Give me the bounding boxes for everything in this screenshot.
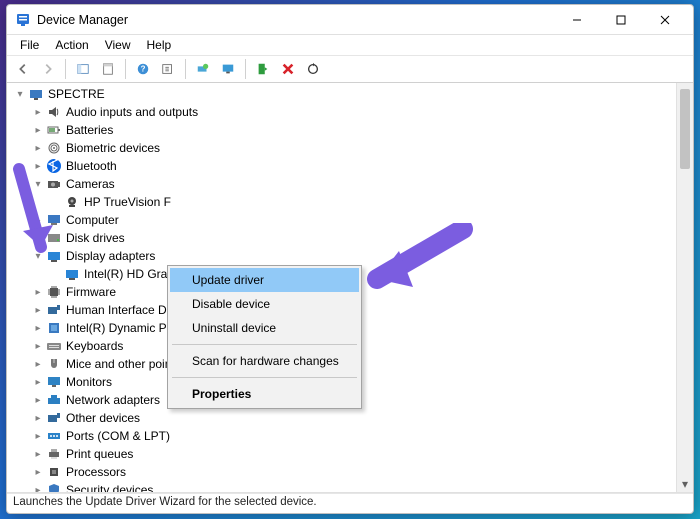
- window-title: Device Manager: [37, 13, 128, 27]
- scan-button[interactable]: [157, 58, 179, 80]
- scroll-down-button[interactable]: ▾: [677, 475, 693, 492]
- tree-label: Biometric devices: [66, 141, 160, 155]
- menubar: File Action View Help: [7, 35, 693, 55]
- tree-label: Keyboards: [66, 339, 123, 353]
- action-monitor-button[interactable]: [217, 58, 239, 80]
- expander-icon[interactable]: ▾: [13, 87, 27, 101]
- expander-icon[interactable]: ▸: [31, 123, 45, 137]
- menu-action[interactable]: Action: [48, 36, 95, 54]
- tree-node-security-devices[interactable]: ▸ Security devices: [11, 481, 693, 492]
- context-menu-uninstall-device[interactable]: Uninstall device: [170, 316, 359, 340]
- tree-label: Print queues: [66, 447, 133, 461]
- tree-label: Batteries: [66, 123, 113, 137]
- device-manager-window: Device Manager File Action View Help ? ▾…: [6, 4, 694, 514]
- app-icon: [15, 12, 31, 28]
- expander-icon[interactable]: ▾: [31, 177, 45, 191]
- context-menu: Update driverDisable deviceUninstall dev…: [167, 265, 362, 409]
- maximize-button[interactable]: [599, 6, 643, 34]
- expander-icon[interactable]: ▸: [31, 429, 45, 443]
- back-button[interactable]: [12, 58, 34, 80]
- expander-icon[interactable]: ▸: [31, 375, 45, 389]
- status-text: Launches the Update Driver Wizard for th…: [13, 496, 317, 508]
- tree-node-batteries[interactable]: ▸ Batteries: [11, 121, 693, 139]
- tree-label: Monitors: [66, 375, 112, 389]
- menu-file[interactable]: File: [13, 36, 46, 54]
- expander-icon: [49, 267, 63, 281]
- minimize-button[interactable]: [555, 6, 599, 34]
- tree-node-print-queues[interactable]: ▸ Print queues: [11, 445, 693, 463]
- toolbar: ?: [7, 55, 693, 83]
- forward-button[interactable]: [37, 58, 59, 80]
- tree-label: Firmware: [66, 285, 116, 299]
- context-menu-separator: [172, 377, 357, 378]
- scan-hw-changes-button[interactable]: [302, 58, 324, 80]
- tree-root[interactable]: ▾ SPECTRE: [11, 85, 693, 103]
- expander-icon[interactable]: ▸: [31, 105, 45, 119]
- enable-device-button[interactable]: [252, 58, 274, 80]
- expander-icon: [49, 195, 63, 209]
- expander-icon[interactable]: ▸: [31, 321, 45, 335]
- statusbar: Launches the Update Driver Wizard for th…: [7, 493, 693, 513]
- expander-icon[interactable]: ▸: [31, 285, 45, 299]
- expander-icon[interactable]: ▸: [31, 447, 45, 461]
- tree-label: Computer: [66, 213, 119, 227]
- titlebar[interactable]: Device Manager: [7, 5, 693, 35]
- menu-help[interactable]: Help: [140, 36, 179, 54]
- tree-node-cameras[interactable]: ▾ Cameras: [11, 175, 693, 193]
- scroll-thumb[interactable]: [680, 89, 690, 169]
- close-button[interactable]: [643, 6, 687, 34]
- tree-label: Human Interface De: [66, 303, 173, 317]
- expander-icon[interactable]: ▾: [31, 249, 45, 263]
- update-driver-button[interactable]: [192, 58, 214, 80]
- tree-node-processors[interactable]: ▸ Processors: [11, 463, 693, 481]
- tree-label: Disk drives: [66, 231, 125, 245]
- context-menu-update-driver[interactable]: Update driver: [170, 268, 359, 292]
- tree-label: SPECTRE: [48, 87, 105, 101]
- tree-label: Processors: [66, 465, 126, 479]
- context-menu-scan-for-hardware-changes[interactable]: Scan for hardware changes: [170, 349, 359, 373]
- tree-node-disk-drives[interactable]: ▸ Disk drives: [11, 229, 693, 247]
- tree-node-other-devices[interactable]: ▸ Other devices: [11, 409, 693, 427]
- tree-label: Audio inputs and outputs: [66, 105, 198, 119]
- help-button[interactable]: ?: [132, 58, 154, 80]
- expander-icon[interactable]: ▸: [31, 213, 45, 227]
- expander-icon[interactable]: ▸: [31, 411, 45, 425]
- expander-icon[interactable]: ▸: [31, 393, 45, 407]
- tree-label: Display adapters: [66, 249, 155, 263]
- show-hide-tree-button[interactable]: [72, 58, 94, 80]
- tree-label: Ports (COM & LPT): [66, 429, 170, 443]
- uninstall-device-button[interactable]: [277, 58, 299, 80]
- expander-icon[interactable]: ▸: [31, 231, 45, 245]
- menu-view[interactable]: View: [98, 36, 138, 54]
- vertical-scrollbar[interactable]: ▴ ▾: [676, 83, 693, 492]
- tree-panel: ▾SPECTRE▸Audio inputs and outputs▸Batter…: [7, 83, 693, 493]
- tree-label: Network adapters: [66, 393, 160, 407]
- tree-label: Cameras: [66, 177, 115, 191]
- context-menu-disable-device[interactable]: Disable device: [170, 292, 359, 316]
- expander-icon[interactable]: ▸: [31, 159, 45, 173]
- tree-label: HP TrueVision F: [84, 195, 171, 209]
- context-menu-separator: [172, 344, 357, 345]
- tree-label: Bluetooth: [66, 159, 117, 173]
- tree-node-audio-inputs-and-outputs[interactable]: ▸ Audio inputs and outputs: [11, 103, 693, 121]
- properties-button[interactable]: [97, 58, 119, 80]
- svg-text:?: ?: [141, 65, 146, 74]
- context-menu-properties[interactable]: Properties: [170, 382, 359, 406]
- tree-label: Intel(R) HD Grap: [84, 267, 174, 281]
- expander-icon[interactable]: ▸: [31, 339, 45, 353]
- expander-icon[interactable]: ▸: [31, 303, 45, 317]
- tree-leaf-hp-truevision-f[interactable]: HP TrueVision F: [11, 193, 693, 211]
- tree-node-computer[interactable]: ▸ Computer: [11, 211, 693, 229]
- tree-node-ports-com-lpt-[interactable]: ▸ Ports (COM & LPT): [11, 427, 693, 445]
- tree-label: Other devices: [66, 411, 140, 425]
- tree-node-bluetooth[interactable]: ▸ Bluetooth: [11, 157, 693, 175]
- expander-icon[interactable]: ▸: [31, 465, 45, 479]
- expander-icon[interactable]: ▸: [31, 483, 45, 492]
- expander-icon[interactable]: ▸: [31, 141, 45, 155]
- tree-node-biometric-devices[interactable]: ▸ Biometric devices: [11, 139, 693, 157]
- tree-label: Security devices: [66, 483, 153, 492]
- expander-icon[interactable]: ▸: [31, 357, 45, 371]
- tree-node-display-adapters[interactable]: ▾ Display adapters: [11, 247, 693, 265]
